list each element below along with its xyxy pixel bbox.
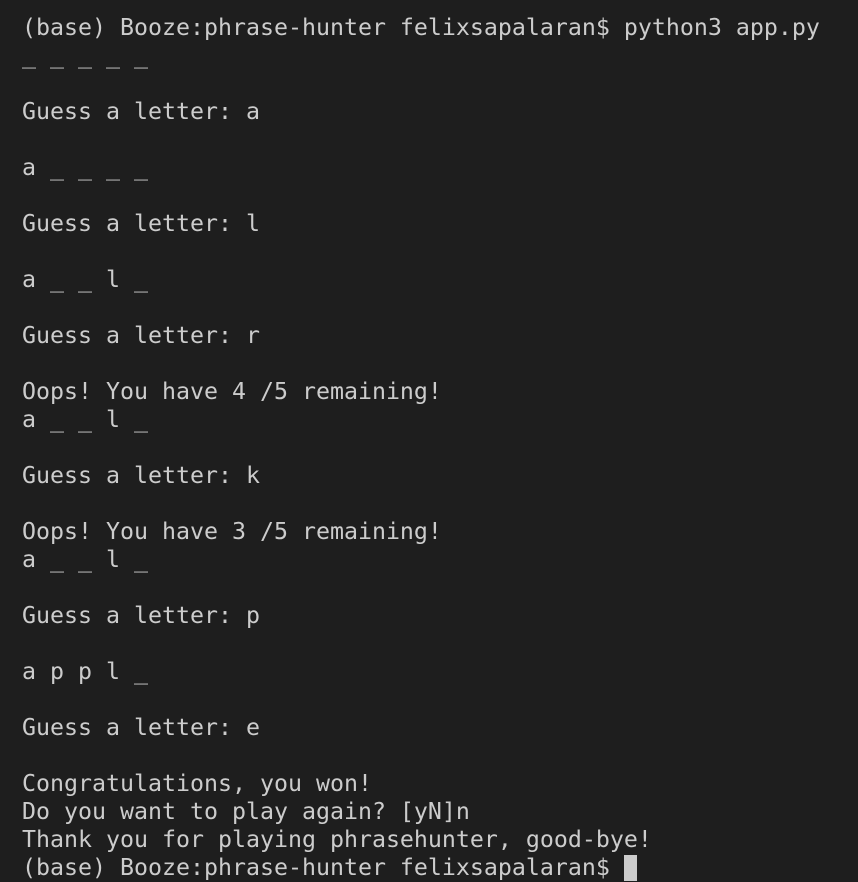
terminal-line: Do you want to play again? [yN]n — [22, 798, 470, 825]
terminal-line: _ _ _ _ _ — [22, 42, 148, 69]
terminal-line: Guess a letter: r — [22, 322, 260, 349]
shell-prompt: (base) Booze:phrase-hunter felixsapalara… — [22, 854, 624, 881]
terminal-line: (base) Booze:phrase-hunter felixsapalara… — [22, 14, 820, 41]
terminal-line: Oops! You have 3 /5 remaining! — [22, 518, 442, 545]
terminal-line: a _ _ l _ — [22, 266, 148, 293]
terminal-line: Guess a letter: k — [22, 462, 260, 489]
terminal-line: Guess a letter: a — [22, 98, 260, 125]
terminal-line: Guess a letter: p — [22, 602, 260, 629]
terminal-line: a p p l _ — [22, 658, 148, 685]
terminal-line: Thank you for playing phrasehunter, good… — [22, 826, 652, 853]
shell-prompt-line[interactable]: (base) Booze:phrase-hunter felixsapalara… — [22, 854, 858, 882]
terminal-line: Oops! You have 4 /5 remaining! — [22, 378, 442, 405]
terminal-line: Congratulations, you won! — [22, 770, 372, 797]
terminal-line: a _ _ _ _ — [22, 154, 148, 181]
terminal-line: Guess a letter: l — [22, 210, 260, 237]
text-cursor — [623, 855, 637, 881]
terminal-line: a _ _ l _ — [22, 406, 148, 433]
terminal-output[interactable]: (base) Booze:phrase-hunter felixsapalara… — [22, 14, 858, 882]
terminal-line: Guess a letter: e — [22, 714, 260, 741]
terminal-line: a _ _ l _ — [22, 546, 148, 573]
